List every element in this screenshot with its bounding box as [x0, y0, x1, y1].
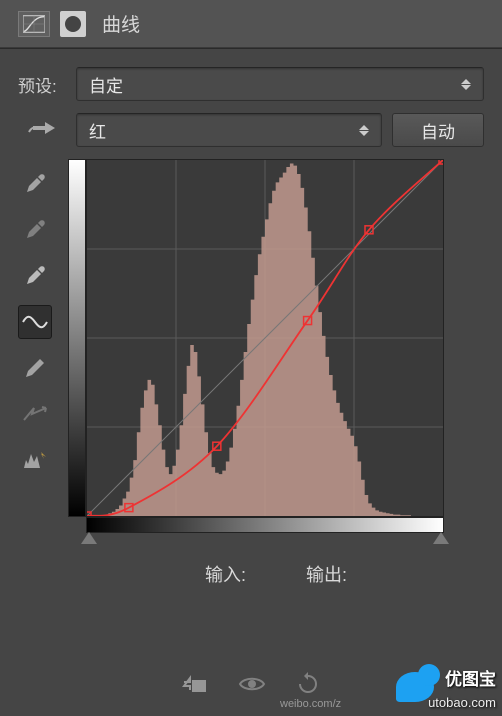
- curves-graph[interactable]: [86, 159, 444, 517]
- white-point-slider[interactable]: [433, 532, 449, 544]
- curves-panel-icon: [18, 11, 50, 37]
- clip-to-layer-icon[interactable]: [182, 674, 208, 699]
- output-label: 输出:: [306, 561, 347, 587]
- input-label: 输入:: [205, 561, 246, 587]
- panel-title: 曲线: [102, 10, 140, 37]
- histogram-clip-icon[interactable]: [18, 443, 52, 477]
- preset-label: 预设:: [18, 72, 66, 97]
- reset-icon[interactable]: [296, 672, 320, 701]
- targeted-adjustment-icon[interactable]: [18, 118, 66, 142]
- channel-dropdown[interactable]: 红: [76, 113, 382, 147]
- pencil-tool-icon[interactable]: [18, 351, 52, 385]
- eyedropper-black-icon[interactable]: [18, 167, 52, 201]
- curve-edit-tool[interactable]: [18, 305, 52, 339]
- chevron-updown-icon: [461, 76, 473, 92]
- preset-value: 自定: [89, 72, 123, 97]
- watermark: 优图宝 utobao.com: [382, 661, 502, 716]
- channel-value: 红: [89, 118, 106, 143]
- input-gradient: [86, 517, 444, 533]
- chevron-updown-icon: [359, 122, 371, 138]
- adjustment-layer-icon: [60, 11, 86, 37]
- smooth-tool-icon[interactable]: [18, 397, 52, 431]
- auto-button[interactable]: 自动: [392, 113, 484, 147]
- weibo-watermark: weibo.com/z: [280, 698, 341, 710]
- black-point-slider[interactable]: [81, 532, 97, 544]
- eyedropper-gray-icon[interactable]: [18, 213, 52, 247]
- output-gradient: [68, 159, 86, 517]
- preset-dropdown[interactable]: 自定: [76, 67, 484, 101]
- visibility-icon[interactable]: [238, 675, 266, 698]
- eyedropper-white-icon[interactable]: [18, 259, 52, 293]
